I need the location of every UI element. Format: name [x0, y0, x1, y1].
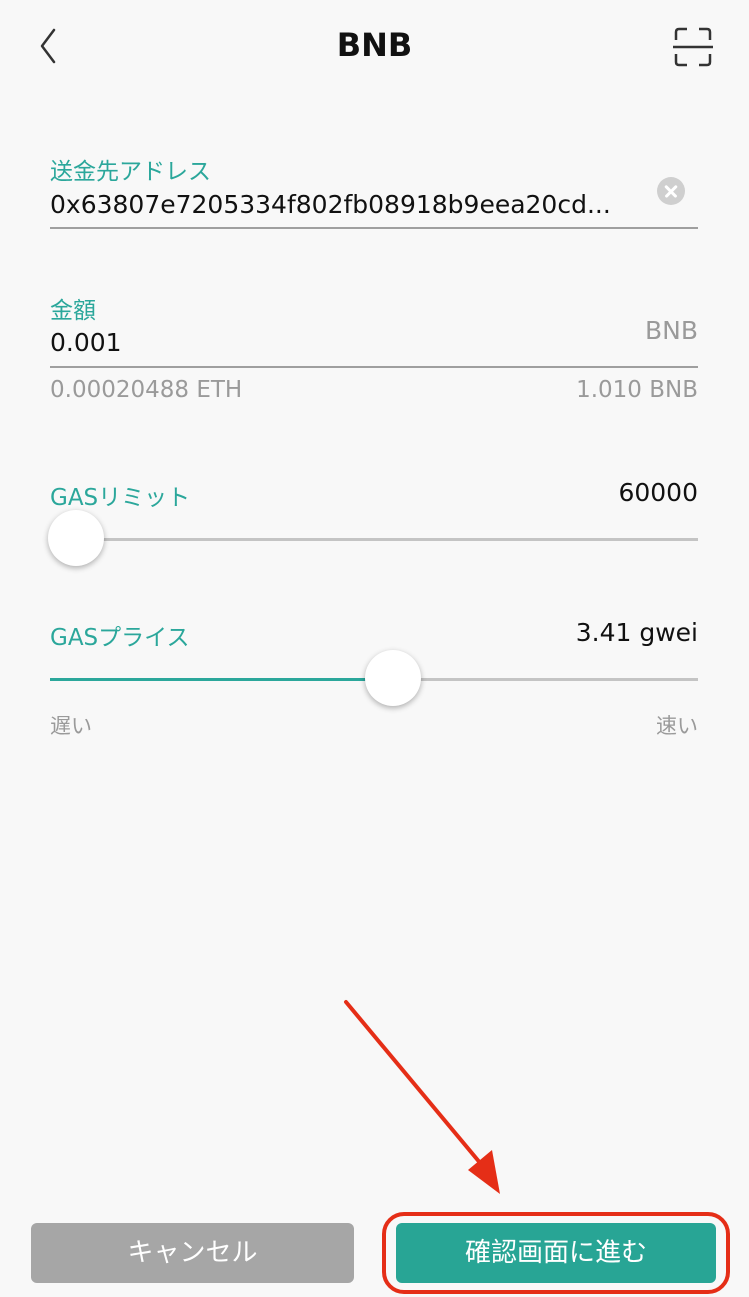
- clear-icon[interactable]: [657, 177, 685, 205]
- scan-icon: [673, 27, 713, 67]
- balance-value: 1.010 BNB: [576, 377, 698, 403]
- fast-label: 速い: [656, 714, 698, 738]
- amount-label: 金額: [50, 298, 96, 324]
- slow-label: 遅い: [50, 714, 92, 738]
- page-title: BNB: [336, 26, 413, 64]
- annotation-highlight: [382, 1212, 730, 1294]
- gas-limit-track: [50, 538, 698, 541]
- gas-limit-slider-thumb[interactable]: [48, 510, 104, 566]
- gas-price-label: GASプライス: [50, 625, 190, 651]
- gas-limit-label: GASリミット: [50, 485, 191, 511]
- gas-price-slider-thumb[interactable]: [365, 650, 422, 706]
- amount-underline: [50, 366, 698, 368]
- address-underline: [50, 227, 698, 229]
- gas-limit-value: 60000: [618, 478, 698, 507]
- gas-price-fill: [50, 678, 394, 681]
- eth-equivalent: 0.00020488 ETH: [50, 377, 243, 403]
- address-input[interactable]: 0x63807e7205334f802fb08918b9eea20cd...: [50, 190, 650, 219]
- cancel-button[interactable]: キャンセル: [31, 1223, 354, 1283]
- annotation-arrow-icon: [344, 1000, 500, 1194]
- amount-unit: BNB: [644, 316, 698, 345]
- amount-input[interactable]: 0.001: [50, 328, 450, 357]
- gas-price-value: 3.41 gwei: [575, 618, 698, 647]
- scan-button[interactable]: [670, 24, 716, 70]
- address-label: 送金先アドレス: [50, 159, 211, 185]
